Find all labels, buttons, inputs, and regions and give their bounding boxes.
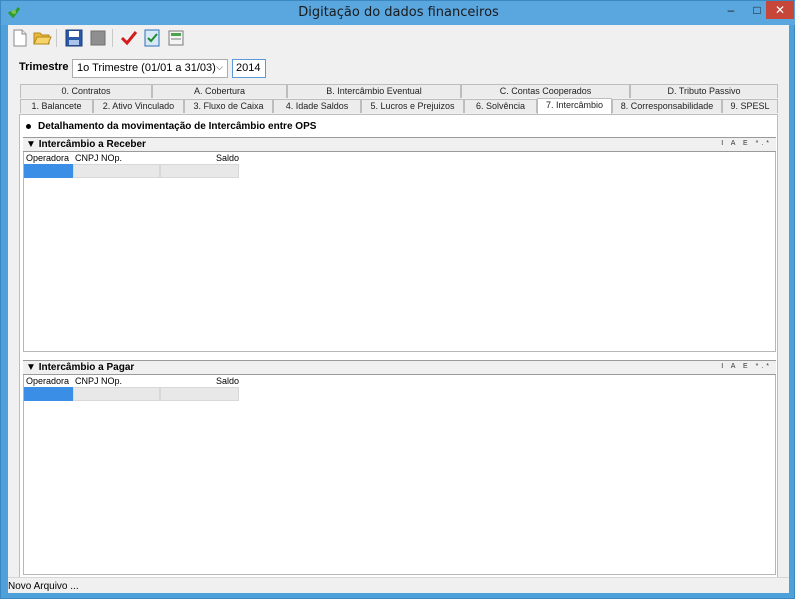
cell-saldo[interactable] xyxy=(160,387,239,401)
trimestre-selected: 1o Trimestre (01/01 a 31/03) xyxy=(77,62,216,74)
tab-cobertura[interactable]: A. Cobertura xyxy=(152,84,287,98)
grid-receber: ▼ Intercâmbio a Receber I A E *.* Operad… xyxy=(23,137,776,352)
toolbar-separator xyxy=(56,29,57,47)
table-row[interactable] xyxy=(24,164,239,178)
grid-pagar-title[interactable]: ▼ Intercâmbio a Pagar xyxy=(26,362,134,373)
tab-idade-saldos[interactable]: 4. Idade Saldos xyxy=(273,99,361,113)
tab-tributo-passivo[interactable]: D. Tributo Passivo xyxy=(630,84,778,98)
status-bar: Novo Arquivo ... xyxy=(8,577,789,593)
tab-corresponsabilidade[interactable]: 8. Corresponsabilidade xyxy=(612,99,722,113)
export-icon[interactable] xyxy=(166,28,186,48)
section-title: Detalhamento da movimentação de Intercâm… xyxy=(38,121,317,132)
tab-spesl[interactable]: 9. SPESL xyxy=(722,99,778,113)
tab-intercambio[interactable]: 7. Intercâmbio xyxy=(537,98,612,114)
trimestre-select[interactable]: 1o Trimestre (01/01 a 31/03) ⌵ xyxy=(72,59,228,78)
tab-intercambio-eventual[interactable]: B. Intercâmbio Eventual xyxy=(287,84,461,98)
window-title: Digitação do dados financeiros xyxy=(298,5,499,20)
checkmark-icon[interactable] xyxy=(119,28,139,48)
bullet-icon xyxy=(26,123,31,129)
main-window: Digitação do dados financeiros – □ ✕ Tri… xyxy=(0,0,795,599)
client-area: Trimestre 1o Trimestre (01/01 a 31/03) ⌵… xyxy=(8,25,789,593)
cell-operadora[interactable] xyxy=(24,387,73,401)
save-icon[interactable] xyxy=(64,28,84,48)
column-header-operadora[interactable]: Operadora xyxy=(26,376,69,386)
tab-contratos[interactable]: 0. Contratos xyxy=(20,84,152,98)
disabled-save-icon xyxy=(90,30,106,46)
tab-ativo-vinculado[interactable]: 2. Ativo Vinculado xyxy=(93,99,184,113)
cell-saldo[interactable] xyxy=(160,164,239,178)
tab-solvencia[interactable]: 6. Solvência xyxy=(464,99,537,113)
chevron-down-icon: ⌵ xyxy=(216,62,223,72)
toolbar-separator xyxy=(112,29,113,47)
minimize-button[interactable]: – xyxy=(718,1,744,21)
grid-receber-tools[interactable]: I A E *.* xyxy=(721,140,772,147)
tab-balancete[interactable]: 1. Balancete xyxy=(20,99,93,113)
trimestre-label: Trimestre xyxy=(19,61,69,73)
title-bar[interactable]: Digitação do dados financeiros – □ ✕ xyxy=(1,1,795,25)
column-header-cnpj[interactable]: CNPJ NOp. xyxy=(75,153,122,163)
toolbar xyxy=(8,25,789,51)
column-header-cnpj[interactable]: CNPJ NOp. xyxy=(75,376,122,386)
column-header-saldo[interactable]: Saldo xyxy=(216,376,239,386)
table-row[interactable] xyxy=(24,387,239,401)
grid-pagar-tools[interactable]: I A E *.* xyxy=(721,363,772,370)
grid-receber-area[interactable]: Operadora CNPJ NOp. Saldo xyxy=(23,152,776,352)
tab-contas-cooperados[interactable]: C. Contas Cooperados xyxy=(461,84,630,98)
cell-cnpj[interactable] xyxy=(73,164,160,178)
cell-operadora[interactable] xyxy=(24,164,73,178)
year-input[interactable]: 2014 xyxy=(232,59,266,78)
column-header-saldo[interactable]: Saldo xyxy=(216,153,239,163)
grid-receber-title[interactable]: ▼ Intercâmbio a Receber xyxy=(26,139,146,150)
grid-pagar-area[interactable]: Operadora CNPJ NOp. Saldo xyxy=(23,375,776,575)
column-header-operadora[interactable]: Operadora xyxy=(26,153,69,163)
tab-lucros-prejuizos[interactable]: 5. Lucros e Prejuizos xyxy=(361,99,464,113)
intercambio-panel: Detalhamento da movimentação de Intercâm… xyxy=(19,114,778,578)
close-button[interactable]: ✕ xyxy=(766,1,794,19)
grid-pagar: ▼ Intercâmbio a Pagar I A E *.* Operador… xyxy=(23,360,776,575)
status-text: Novo Arquivo ... xyxy=(8,581,79,592)
section-heading: Detalhamento da movimentação de Intercâm… xyxy=(26,121,316,132)
validate-icon[interactable] xyxy=(142,28,162,48)
grid-receber-header: ▼ Intercâmbio a Receber I A E *.* xyxy=(23,138,776,152)
new-document-icon[interactable] xyxy=(10,28,30,48)
tab-fluxo-caixa[interactable]: 3. Fluxo de Caixa xyxy=(184,99,273,113)
open-folder-icon[interactable] xyxy=(32,28,52,48)
grid-pagar-header: ▼ Intercâmbio a Pagar I A E *.* xyxy=(23,361,776,375)
cell-cnpj[interactable] xyxy=(73,387,160,401)
